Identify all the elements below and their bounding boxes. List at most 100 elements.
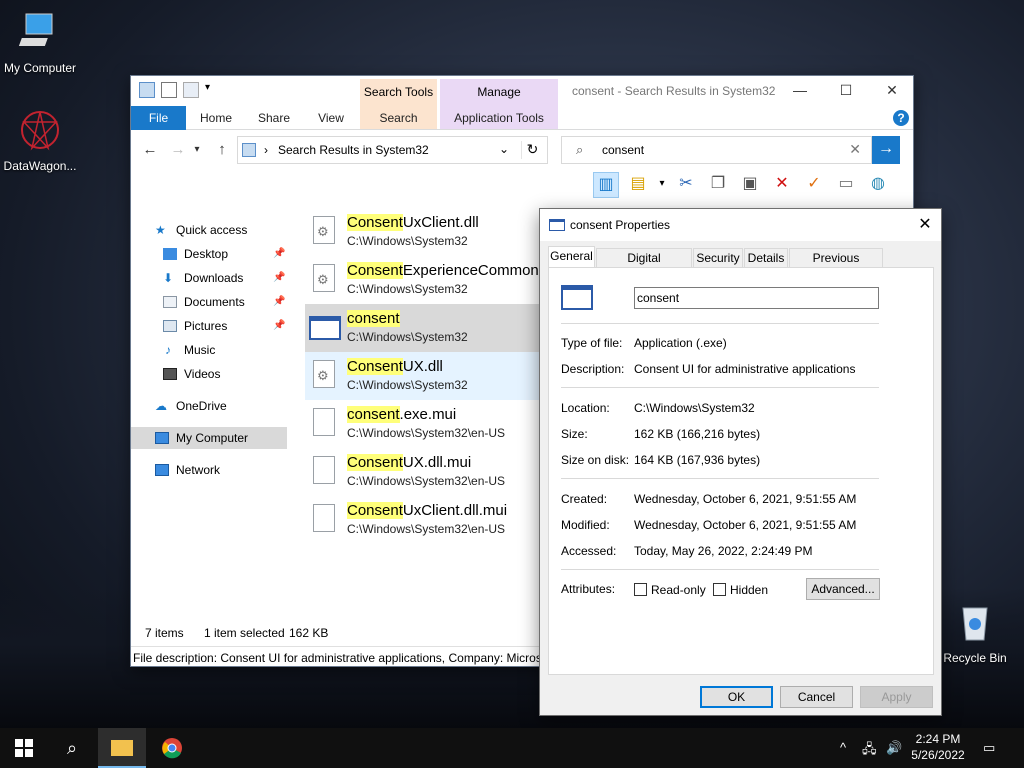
file-row[interactable]: ConsentExperienceCommon.d C:\Windows\Sys… [305, 256, 551, 304]
up-arrow-icon[interactable]: ↑ [211, 140, 233, 160]
close-button[interactable]: ✕ [869, 76, 915, 106]
accessed-value: Today, May 26, 2022, 2:24:49 PM [634, 544, 813, 558]
pin-icon[interactable]: 📌 [273, 291, 285, 313]
checkmark-icon[interactable]: ✓ [801, 172, 827, 198]
file-row[interactable]: consent.exe.mui C:\Windows\System32\en-U… [305, 400, 541, 448]
new-folder-icon[interactable] [183, 82, 199, 98]
search-box[interactable]: ⌕ consent ✕ [561, 136, 872, 164]
search-highlight: Consent [347, 214, 403, 231]
checkbox-label: Hidden [730, 583, 769, 597]
address-bar[interactable]: › Search Results in System32 ⌄ ↻ [237, 136, 548, 164]
sidebar-item-desktop[interactable]: Desktop 📌 [131, 243, 291, 265]
network-icon[interactable]: 🖧 [862, 740, 877, 762]
file-name-rest: UX.dll.mui [402, 454, 472, 471]
pin-icon[interactable]: 📌 [273, 267, 285, 289]
tab-security[interactable]: Security [693, 248, 743, 268]
desktop-icon-my-computer[interactable]: My Computer [0, 10, 80, 75]
start-button[interactable] [0, 728, 48, 768]
chevron-up-icon[interactable]: ^ [840, 740, 846, 755]
desktop-icon-datawagon[interactable]: DataWagon... [0, 108, 80, 173]
advanced-button[interactable]: Advanced... [806, 578, 880, 600]
sidebar-item-videos[interactable]: Videos [131, 363, 291, 385]
file-row[interactable]: ConsentUxClient.dll.mui C:\Windows\Syste… [305, 496, 541, 544]
preview-pane-icon[interactable]: ▥ [593, 172, 619, 198]
delete-icon[interactable]: ✕ [769, 172, 795, 198]
help-icon[interactable]: ? [893, 110, 909, 126]
cut-icon[interactable]: ✂ [673, 172, 699, 198]
paste-icon[interactable]: ▣ [737, 172, 763, 198]
checkbox-box[interactable] [634, 583, 647, 596]
tab-home[interactable]: Home [191, 106, 241, 130]
minimize-button[interactable]: — [777, 76, 823, 106]
file-row[interactable]: ConsentUX.dll C:\Windows\System32 [305, 352, 541, 400]
type-label: Type of file: [561, 336, 623, 350]
file-row[interactable]: ConsentUX.dll.mui C:\Windows\System32\en… [305, 448, 541, 496]
document-icon [163, 296, 177, 308]
file-name: ConsentUxClient.dll [347, 214, 479, 231]
properties-check-icon[interactable] [161, 82, 177, 98]
clock[interactable]: 2:24 PM 5/26/2022 [910, 731, 966, 763]
notification-icon[interactable]: ▭ [983, 740, 995, 756]
tab-view[interactable]: View [306, 106, 356, 130]
search-highlight: consent [347, 406, 400, 423]
new-item-dropdown-icon[interactable]: ▾ [657, 172, 667, 198]
search-icon: ⌕ [576, 142, 584, 157]
tab-previous-versions[interactable]: Previous Versions [789, 248, 883, 283]
dialog-close-icon[interactable]: ✕ [915, 214, 935, 234]
breadcrumb-chevron-icon[interactable]: › [264, 143, 268, 157]
rename-icon[interactable]: ▭ [833, 172, 859, 198]
file-name-field[interactable]: consent [634, 287, 879, 309]
tab-file[interactable]: File [131, 106, 186, 130]
address-dropdown-icon[interactable]: ⌄ [499, 142, 509, 156]
sidebar-item-pictures[interactable]: Pictures 📌 [131, 315, 291, 337]
tab-search[interactable]: Search [360, 106, 437, 130]
back-arrow-icon[interactable]: ← [139, 140, 161, 160]
file-name-rest: UX.dll [402, 358, 443, 375]
search-input[interactable]: consent [602, 143, 644, 157]
sidebar-item-network[interactable]: Network [131, 459, 291, 481]
tab-share[interactable]: Share [249, 106, 299, 130]
forward-arrow-icon[interactable]: → [167, 140, 189, 160]
search-go-button[interactable]: → [872, 136, 900, 164]
hidden-checkbox[interactable]: Hidden [713, 583, 783, 599]
checkbox-box[interactable] [713, 583, 726, 596]
cancel-button[interactable]: Cancel [780, 686, 853, 708]
ok-button[interactable]: OK [700, 686, 773, 708]
folder-icon[interactable] [139, 82, 155, 98]
taskbar-file-explorer[interactable] [98, 728, 146, 768]
tab-digital-signatures[interactable]: Digital Signatures [596, 248, 692, 283]
qat-dropdown-icon[interactable]: ▾ [205, 82, 215, 98]
status-bar: 7 items 1 item selected 162 KB [131, 622, 541, 644]
sidebar-item-label: Music [184, 343, 216, 357]
windows-logo-icon [15, 739, 33, 757]
desktop-icon-recycle-bin[interactable]: Recycle Bin [935, 600, 1015, 665]
tab-details[interactable]: Details [744, 248, 788, 268]
maximize-button[interactable]: ☐ [823, 76, 869, 106]
globe-icon[interactable]: ◍ [865, 172, 891, 198]
sidebar-item-onedrive[interactable]: ☁ OneDrive [131, 395, 291, 417]
pin-icon[interactable]: 📌 [273, 315, 285, 337]
sidebar-item-quick-access[interactable]: ★ Quick access [131, 219, 291, 241]
tab-application-tools[interactable]: Application Tools [440, 106, 558, 130]
pin-icon[interactable]: 📌 [273, 243, 285, 265]
sidebar-item-my-computer[interactable]: My Computer [131, 427, 287, 449]
volume-icon[interactable]: 🔊 [886, 740, 902, 756]
recent-dropdown-icon[interactable]: ▾ [191, 140, 203, 160]
clear-search-icon[interactable]: ✕ [849, 141, 861, 158]
sidebar-item-label: Documents [184, 295, 245, 309]
chrome-icon [162, 738, 182, 759]
blank-file-icon [313, 408, 335, 436]
refresh-icon[interactable]: ↻ [521, 141, 543, 159]
file-row[interactable]: ConsentUxClient.dll C:\Windows\System32 [305, 208, 541, 256]
readonly-checkbox[interactable]: Read-only [634, 583, 714, 599]
copy-icon[interactable]: ❐ [705, 172, 731, 198]
new-item-icon[interactable]: ▤ [625, 172, 651, 198]
sidebar-item-downloads[interactable]: ⬇ Downloads 📌 [131, 267, 291, 289]
music-note-icon: ♪ [165, 343, 171, 357]
search-button[interactable]: ⌕ [48, 728, 96, 768]
apply-button[interactable]: Apply [860, 686, 933, 708]
sidebar-item-music[interactable]: ♪ Music [131, 339, 291, 361]
sidebar-item-documents[interactable]: Documents 📌 [131, 291, 291, 313]
taskbar-chrome[interactable] [148, 728, 196, 768]
file-row[interactable]: consent C:\Windows\System32 [305, 304, 541, 352]
